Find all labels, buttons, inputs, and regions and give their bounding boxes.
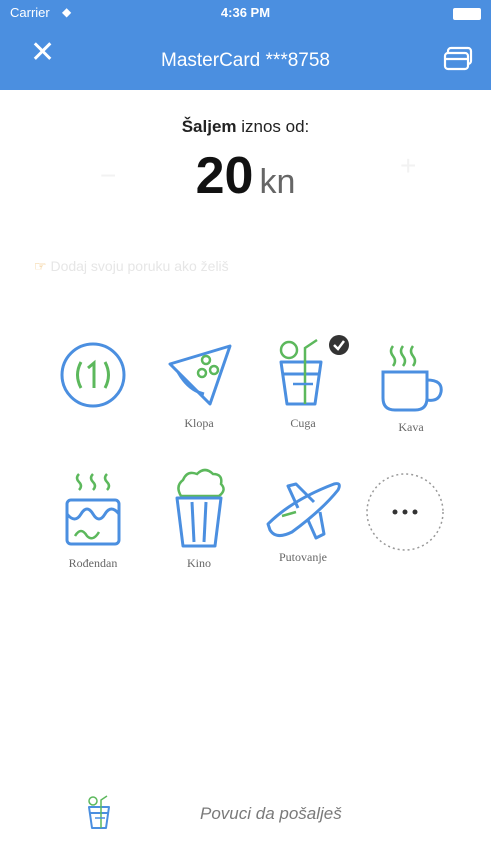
airplane-icon	[266, 482, 341, 540]
pointing-hand-icon: ☞	[34, 258, 47, 274]
category-label	[48, 416, 138, 430]
drag-drink-icon[interactable]	[82, 790, 118, 839]
send-label-bold: Šaljem	[181, 117, 237, 136]
amount-currency: kn	[259, 163, 296, 201]
category-label: Cuga	[290, 416, 316, 430]
category-kava[interactable]: Kava	[366, 340, 456, 434]
nav-bar: ✕ MasterCard ***8758	[0, 26, 491, 90]
status-bar: Carrier ◆ 4:36 PM	[0, 0, 491, 26]
status-time: 4:36 PM	[220, 5, 271, 20]
increase-icon[interactable]: +	[400, 150, 416, 182]
category-label: Rođendan	[68, 556, 118, 570]
swipe-hint: Povuci da pošalješ	[200, 804, 342, 823]
send-label-rest: iznos od:	[236, 117, 310, 136]
category-klopa[interactable]: Klopa	[154, 340, 244, 430]
category-putovanje[interactable]: Putovanje	[258, 470, 348, 564]
selected-check-icon	[329, 335, 349, 355]
popcorn-icon	[175, 468, 225, 548]
battery-icon	[453, 8, 481, 20]
pizza-icon	[168, 344, 232, 406]
cake-icon	[65, 473, 121, 546]
message-placeholder: Dodaj svoju poruku ako želiš	[50, 258, 229, 274]
category-kino[interactable]: Kino	[154, 466, 244, 570]
coin-icon	[60, 342, 126, 408]
card-title: MasterCard ***8758	[161, 50, 330, 71]
amount-display[interactable]: 20 kn	[0, 146, 491, 206]
cards-icon[interactable]	[443, 46, 473, 77]
send-label: Šaljem iznos od:	[0, 117, 491, 137]
more-categories-button[interactable]	[360, 470, 450, 574]
amount-value: 20	[195, 147, 254, 205]
category-label: Putovanje	[279, 550, 327, 564]
decrease-icon[interactable]: −	[100, 160, 116, 192]
coffee-icon	[381, 345, 443, 412]
category-coin[interactable]	[48, 340, 138, 430]
more-icon	[366, 473, 444, 551]
category-label: Kava	[398, 420, 424, 434]
message-input[interactable]: ☞ Dodaj svoju poruku ako želiš	[34, 258, 229, 275]
category-label	[360, 560, 450, 574]
category-rodendan[interactable]: Rođendan	[48, 470, 138, 570]
category-label: Kino	[187, 556, 211, 570]
category-label: Klopa	[184, 416, 214, 430]
